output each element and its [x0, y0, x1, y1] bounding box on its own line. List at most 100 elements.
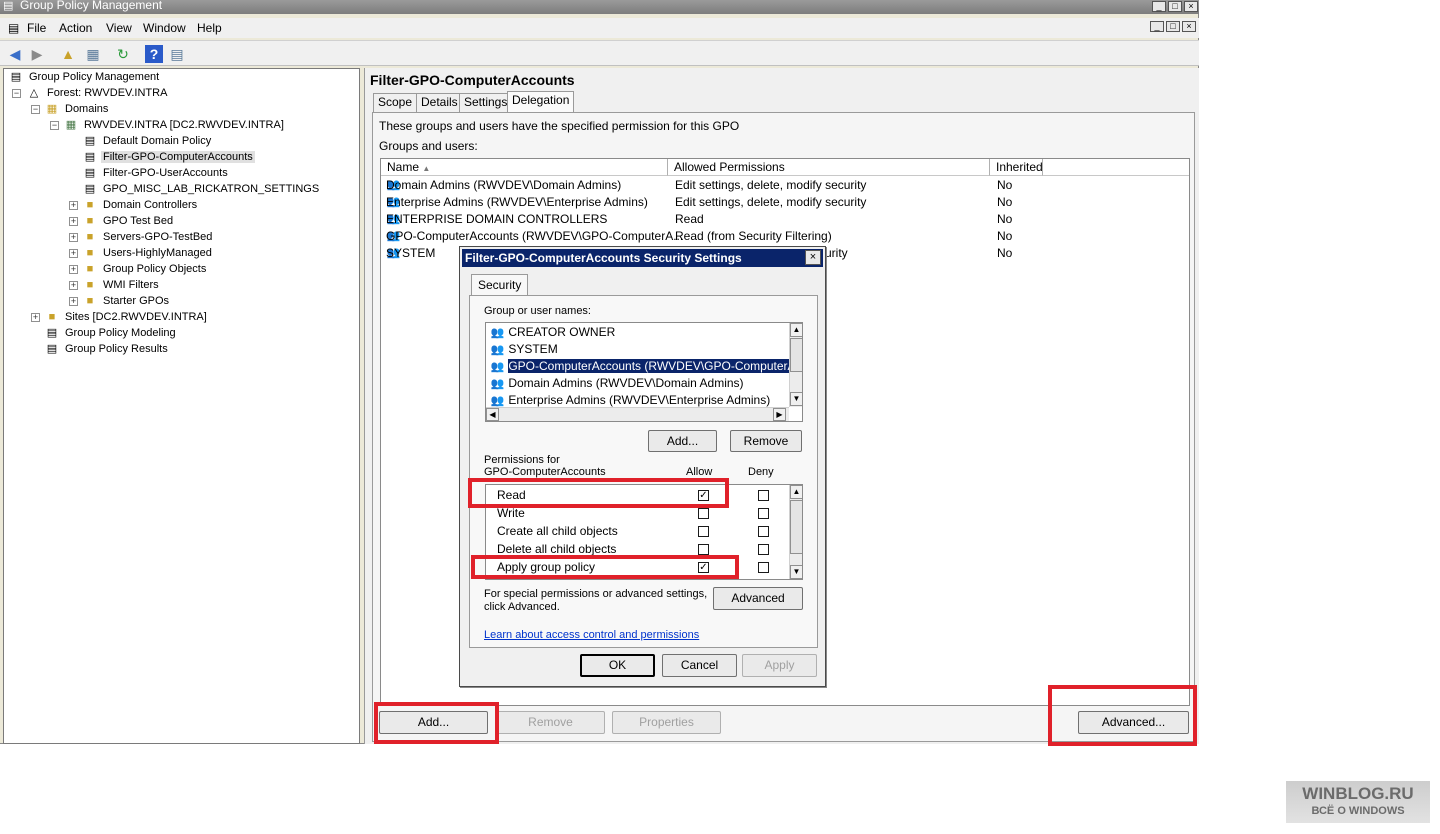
- column-permissions[interactable]: Allowed Permissions: [668, 159, 990, 176]
- dialog-add-button[interactable]: Add...: [648, 430, 717, 452]
- allow-delete-checkbox[interactable]: [698, 544, 709, 555]
- deny-create-checkbox[interactable]: [758, 526, 769, 537]
- ok-button[interactable]: OK: [580, 654, 655, 677]
- expand-toggle[interactable]: +: [69, 233, 78, 242]
- tree-item-domains[interactable]: ▦ Domains: [45, 102, 110, 117]
- collapse-domain-toggle[interactable]: −: [50, 121, 59, 130]
- expand-toggle[interactable]: +: [69, 265, 78, 274]
- deny-read-checkbox[interactable]: [758, 490, 769, 501]
- table-row[interactable]: 👥 GPO-ComputerAccounts (RWVDEV\GPO-Comput…: [381, 228, 1189, 245]
- cell-inherited: No: [997, 246, 1013, 260]
- tree-item-gpo[interactable]: ▤ Filter-GPO-UserAccounts: [83, 166, 230, 181]
- table-row[interactable]: 👥 Domain Admins (RWVDEV\Domain Admins) Ed…: [381, 177, 1189, 194]
- user-icon: 👥: [490, 361, 505, 373]
- expand-toggle[interactable]: +: [69, 217, 78, 226]
- scroll-down-icon[interactable]: ▼: [790, 392, 802, 406]
- collapse-forest-toggle[interactable]: −: [12, 89, 21, 98]
- deny-write-checkbox[interactable]: [758, 508, 769, 519]
- tree-item-gpo-container[interactable]: ■ Group Policy Objects: [83, 262, 208, 277]
- tree-item-gpo-selected[interactable]: ▤ Filter-GPO-ComputerAccounts: [83, 150, 255, 165]
- maximize-button[interactable]: □: [1168, 1, 1182, 12]
- user-icon: 👥: [490, 327, 505, 339]
- tree-item-ou[interactable]: ■ Servers-GPO-TestBed: [83, 230, 214, 245]
- scroll-up-icon[interactable]: ▲: [790, 485, 802, 499]
- tab-scope[interactable]: Scope: [373, 93, 418, 112]
- scroll-down-icon[interactable]: ▼: [790, 565, 802, 579]
- apply-button[interactable]: Apply: [742, 654, 817, 677]
- allow-create-checkbox[interactable]: [698, 526, 709, 537]
- child-close-button[interactable]: ×: [1182, 21, 1196, 32]
- tree-item-results[interactable]: ▤ Group Policy Results: [45, 342, 170, 357]
- list-item[interactable]: 👥 Domain Admins (RWVDEV\Domain Admins): [490, 375, 744, 392]
- back-icon[interactable]: ◀: [6, 45, 24, 63]
- collapse-domains-toggle[interactable]: −: [31, 105, 40, 114]
- dialog-title: Filter-GPO-ComputerAccounts Security Set…: [465, 251, 742, 265]
- tree-item-starter[interactable]: ■ Starter GPOs: [83, 294, 171, 309]
- minimize-button[interactable]: _: [1152, 1, 1166, 12]
- allow-write-checkbox[interactable]: [698, 508, 709, 519]
- table-row[interactable]: 👥 ENTERPRISE DOMAIN CONTROLLERS Read No: [381, 211, 1189, 228]
- list-item-selected[interactable]: 👥 GPO-ComputerAccounts (RWVDEV\GPO-Compu…: [490, 358, 802, 375]
- refresh-icon[interactable]: ↻: [114, 45, 132, 63]
- dialog-remove-button[interactable]: Remove: [730, 430, 802, 452]
- console-icon[interactable]: ▤: [8, 21, 19, 35]
- menu-help[interactable]: Help: [197, 21, 222, 35]
- permissions-vscrollbar[interactable]: ▲ ▼: [789, 485, 802, 579]
- properties-icon[interactable]: ▤: [168, 45, 186, 63]
- properties-button[interactable]: Properties: [612, 711, 721, 734]
- column-inherited[interactable]: Inherited: [990, 159, 1043, 176]
- cancel-button[interactable]: Cancel: [662, 654, 737, 677]
- tab-details[interactable]: Details: [416, 93, 463, 112]
- deny-delete-checkbox[interactable]: [758, 544, 769, 555]
- show-hide-tree-icon[interactable]: ▦: [84, 45, 102, 63]
- tree-item-gpo[interactable]: ▤ Default Domain Policy: [83, 134, 213, 149]
- tree-item-ou[interactable]: ■ Domain Controllers: [83, 198, 199, 213]
- tree-item-gpo[interactable]: ▤ GPO_MISC_LAB_RICKATRON_SETTINGS: [83, 182, 321, 197]
- cell-inherited: No: [997, 212, 1013, 226]
- user-list-hscrollbar[interactable]: ◀ ▶: [486, 407, 789, 421]
- tree-item-ou[interactable]: ■ GPO Test Bed: [83, 214, 175, 229]
- expand-sites-toggle[interactable]: +: [31, 313, 40, 322]
- menu-window[interactable]: Window: [143, 21, 186, 35]
- expand-toggle[interactable]: +: [69, 281, 78, 290]
- menu-file[interactable]: File: [27, 21, 46, 35]
- scroll-thumb[interactable]: [790, 500, 802, 554]
- tree-item-forest[interactable]: △ Forest: RWVDEV.INTRA: [27, 86, 169, 101]
- scroll-left-icon[interactable]: ◀: [486, 408, 499, 421]
- table-row[interactable]: 👥 Enterprise Admins (RWVDEV\Enterprise Ad…: [381, 194, 1189, 211]
- up-folder-icon[interactable]: ▲: [59, 45, 77, 63]
- list-item[interactable]: 👥 CREATOR OWNER: [490, 324, 616, 341]
- toolbar: ◀ ▶ ▲ ▦ ↻ ? ▤: [0, 40, 1199, 66]
- child-minimize-button[interactable]: _: [1150, 21, 1164, 32]
- help-icon[interactable]: ?: [145, 45, 163, 63]
- close-button[interactable]: ×: [1184, 1, 1198, 12]
- expand-toggle[interactable]: +: [69, 201, 78, 210]
- tree-item-sites[interactable]: ■ Sites [DC2.RWVDEV.INTRA]: [45, 310, 209, 325]
- scroll-up-icon[interactable]: ▲: [790, 323, 802, 337]
- tab-security[interactable]: Security: [471, 274, 529, 296]
- list-item[interactable]: 👥 SYSTEM: [490, 341, 558, 358]
- dialog-advanced-button[interactable]: Advanced: [713, 587, 803, 610]
- user-list-vscrollbar[interactable]: ▲ ▼: [789, 323, 802, 407]
- tab-delegation[interactable]: Delegation: [507, 91, 575, 113]
- tree-item-domain[interactable]: ▦ RWVDEV.INTRA [DC2.RWVDEV.INTRA]: [64, 118, 286, 133]
- expand-toggle[interactable]: +: [69, 297, 78, 306]
- tree-item-wmi[interactable]: ■ WMI Filters: [83, 278, 161, 293]
- learn-more-link[interactable]: Learn about access control and permissio…: [484, 629, 699, 641]
- tab-settings[interactable]: Settings: [459, 93, 513, 112]
- menu-view[interactable]: View: [106, 21, 132, 35]
- forward-icon[interactable]: ▶: [28, 45, 46, 63]
- tree-item-root[interactable]: ▤ Group Policy Management: [9, 70, 161, 85]
- tree-item-modeling[interactable]: ▤ Group Policy Modeling: [45, 326, 178, 341]
- tree-item-ou[interactable]: ■ Users-HighlyManaged: [83, 246, 214, 261]
- child-restore-button[interactable]: □: [1166, 21, 1180, 32]
- deny-apply-checkbox[interactable]: [758, 562, 769, 573]
- scroll-thumb[interactable]: [790, 338, 802, 372]
- dialog-close-button[interactable]: ×: [805, 250, 821, 265]
- expand-toggle[interactable]: +: [69, 249, 78, 258]
- column-name[interactable]: Name ▲: [381, 159, 668, 176]
- scroll-right-icon[interactable]: ▶: [773, 408, 786, 421]
- menu-action[interactable]: Action: [59, 21, 92, 35]
- cell-permission: Edit settings, delete, modify security: [675, 195, 867, 209]
- remove-button[interactable]: Remove: [496, 711, 605, 734]
